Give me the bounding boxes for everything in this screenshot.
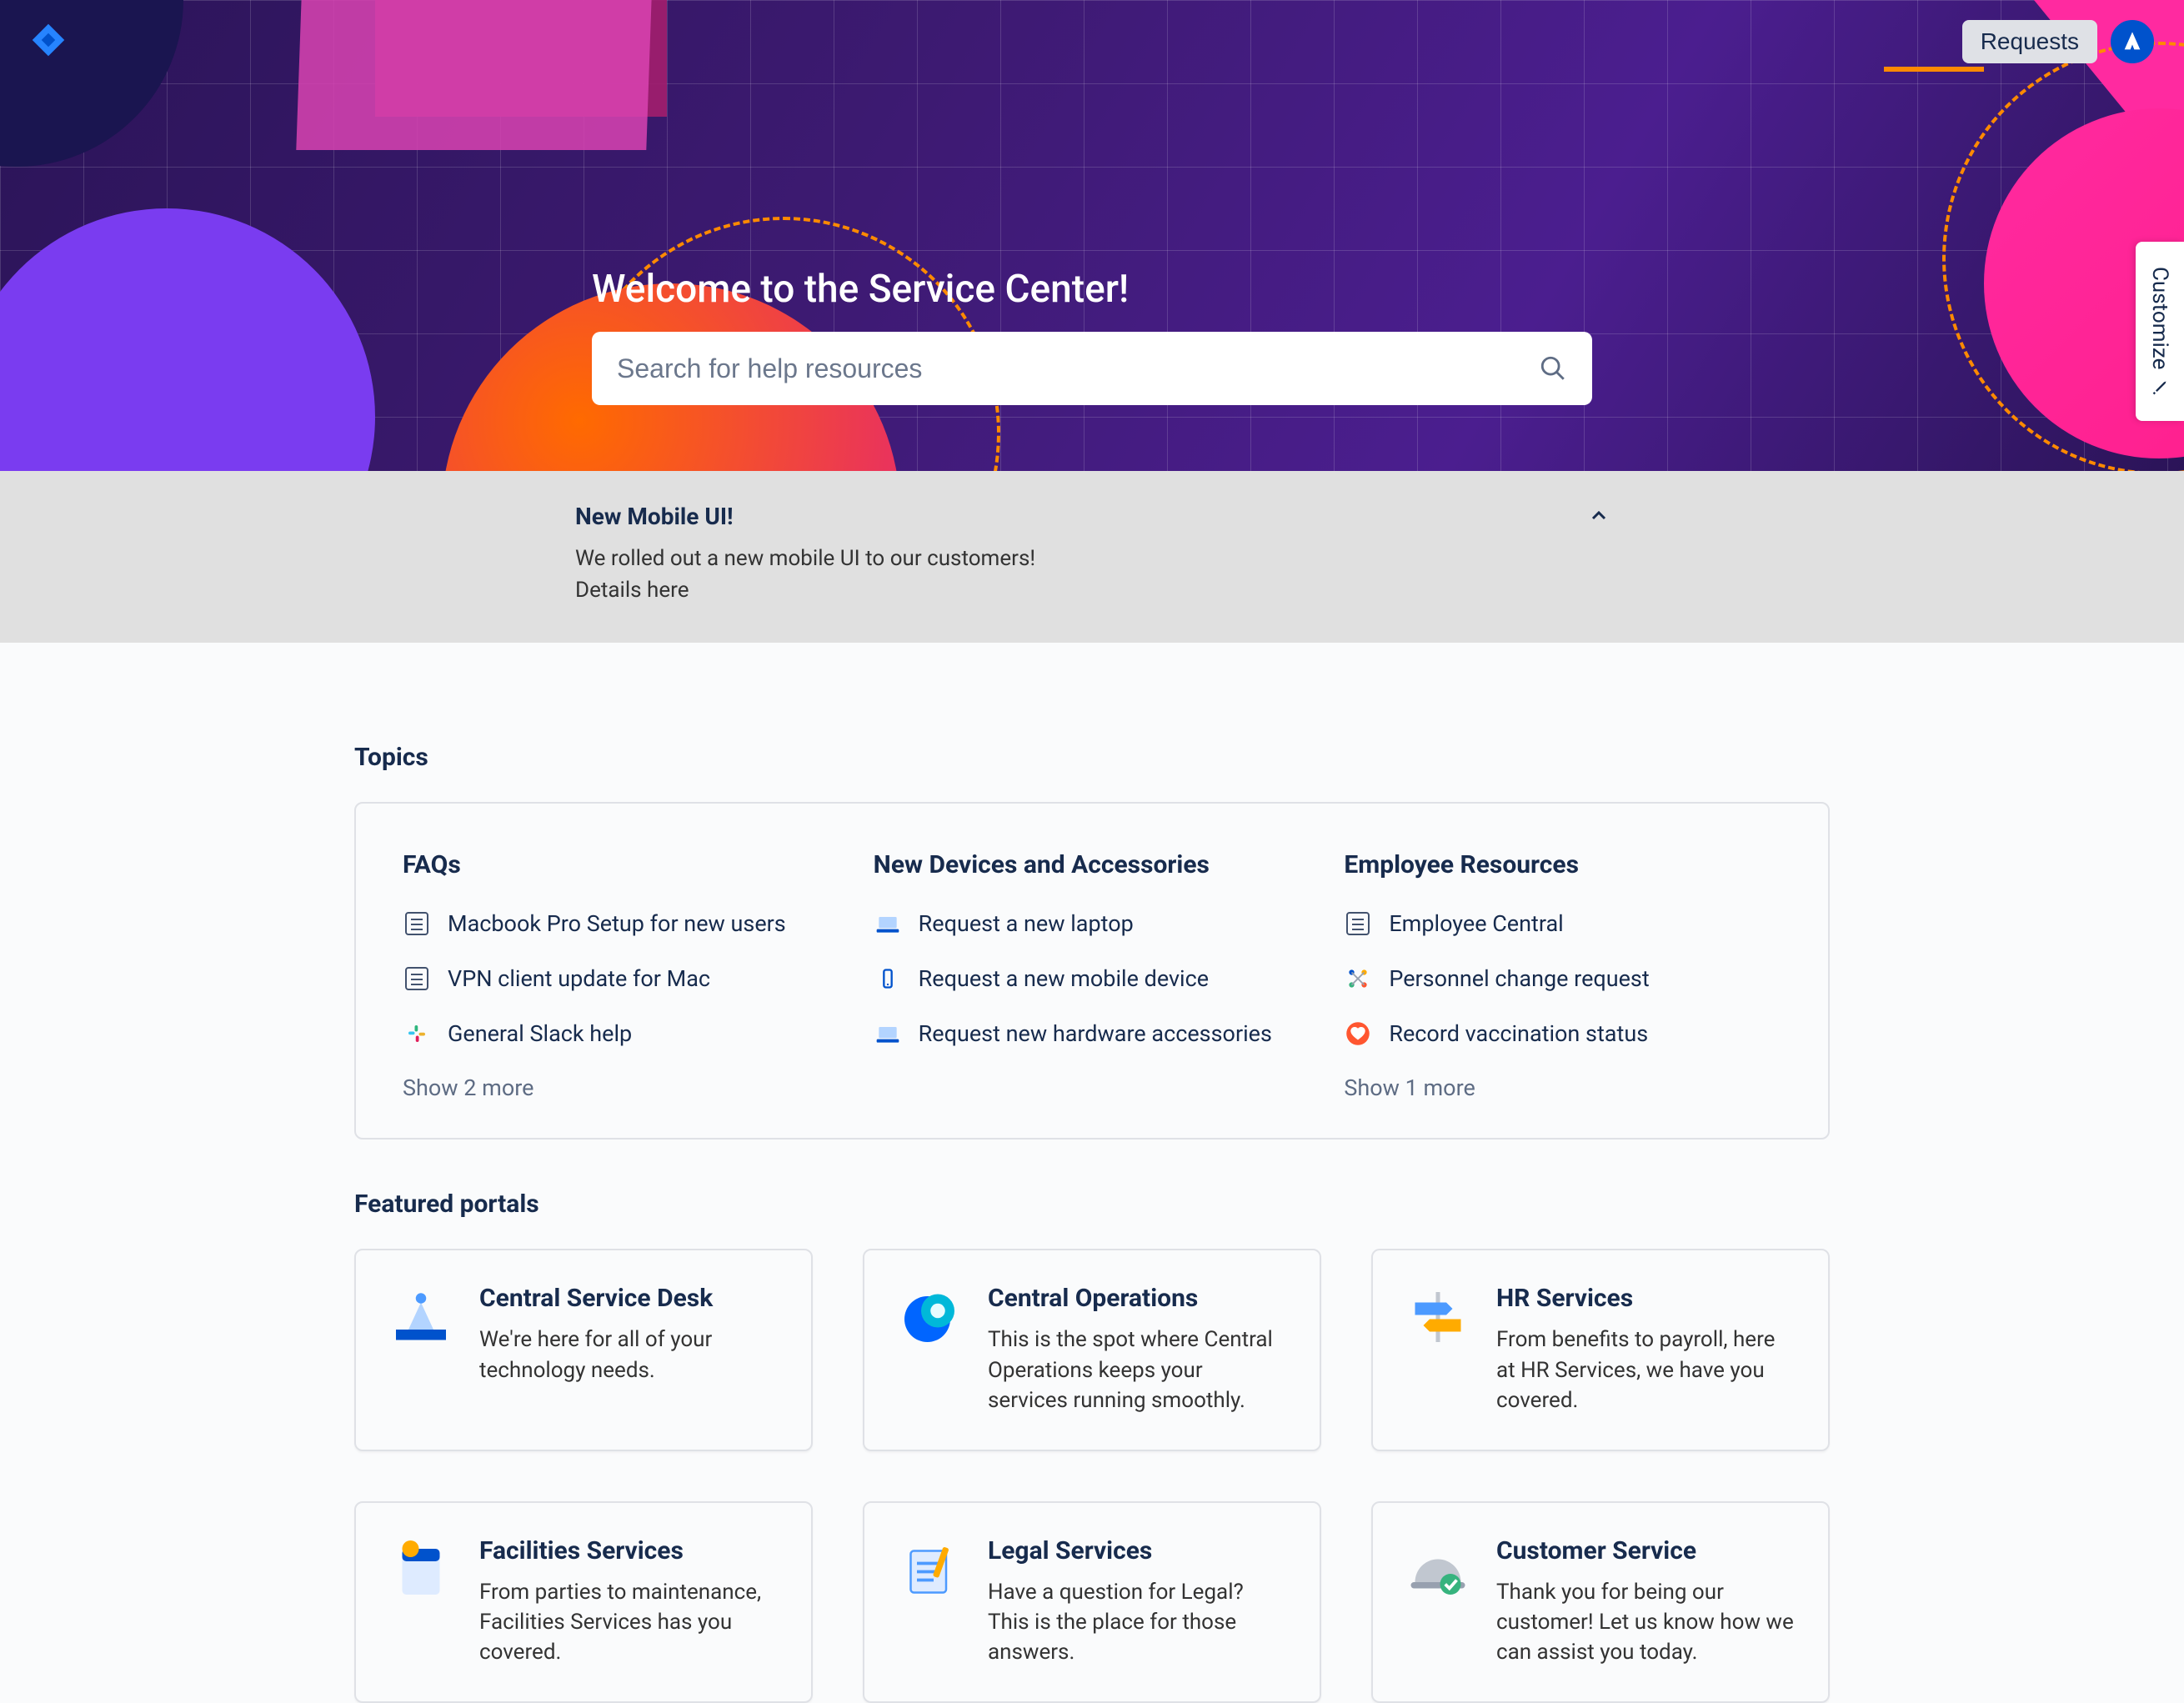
announcement-banner: New Mobile UI! We rolled out a new mobil…: [0, 471, 2184, 643]
document-icon: [1344, 909, 1372, 938]
notepad-icon: [896, 1536, 963, 1603]
signpost-icon: [1405, 1284, 1471, 1350]
topic-item[interactable]: Request a new laptop: [874, 909, 1311, 938]
topic-column-title: New Devices and Accessories: [874, 850, 1311, 879]
show-more-link[interactable]: Show 1 more: [1344, 1074, 1781, 1101]
topic-column-employee: Employee Resources Employee Central Pers…: [1344, 850, 1781, 1101]
portal-title: Facilities Services: [479, 1536, 779, 1565]
show-more-link[interactable]: Show 2 more: [403, 1074, 840, 1101]
network-icon: [1344, 964, 1372, 993]
user-avatar[interactable]: [2111, 20, 2154, 63]
topic-item-label: Employee Central: [1389, 910, 1563, 937]
topic-column-devices: New Devices and Accessories Request a ne…: [874, 850, 1311, 1101]
search-input[interactable]: [592, 332, 1592, 405]
portal-desc: We're here for all of your technology ne…: [479, 1325, 779, 1385]
portal-card-facilities[interactable]: Facilities Services From parties to main…: [354, 1501, 813, 1703]
portal-card-operations[interactable]: Central Operations This is the spot wher…: [863, 1249, 1321, 1450]
portal-card-legal[interactable]: Legal Services Have a question for Legal…: [863, 1501, 1321, 1703]
topic-item[interactable]: Employee Central: [1344, 909, 1781, 938]
topic-item[interactable]: Request a new mobile device: [874, 964, 1311, 993]
app-logo[interactable]: [30, 22, 67, 62]
hero-title: Welcome to the Service Center!: [592, 267, 1592, 312]
pencil-icon: [2151, 379, 2168, 396]
topic-item-label: Request new hardware accessories: [919, 1020, 1272, 1047]
topic-item-label: VPN client update for Mac: [448, 965, 710, 992]
portal-desc: This is the spot where Central Operation…: [988, 1325, 1288, 1415]
topic-item-label: Request a new mobile device: [919, 965, 1209, 992]
topic-item[interactable]: Request new hardware accessories: [874, 1019, 1311, 1048]
topics-box: FAQs Macbook Pro Setup for new users VPN…: [354, 802, 1830, 1140]
portal-title: Central Operations: [988, 1284, 1288, 1313]
portal-desc: Thank you for being our customer! Let us…: [1496, 1577, 1796, 1668]
topic-column-faqs: FAQs Macbook Pro Setup for new users VPN…: [403, 850, 840, 1101]
topics-heading: Topics: [354, 743, 1830, 772]
topic-item-label: Record vaccination status: [1389, 1020, 1648, 1047]
topic-item-label: Personnel change request: [1389, 965, 1649, 992]
clipboard-icon: [388, 1536, 454, 1603]
portal-desc: Have a question for Legal? This is the p…: [988, 1577, 1288, 1668]
laptop-icon: [874, 909, 902, 938]
announcement-details-link[interactable]: Details here: [575, 578, 689, 603]
portals-heading: Featured portals: [354, 1190, 1830, 1219]
topic-item[interactable]: Macbook Pro Setup for new users: [403, 909, 840, 938]
portal-title: Legal Services: [988, 1536, 1288, 1565]
portal-title: HR Services: [1496, 1284, 1796, 1313]
portal-card-hr[interactable]: HR Services From benefits to payroll, he…: [1371, 1249, 1830, 1450]
announcement-title: New Mobile UI!: [575, 503, 1609, 530]
topic-item[interactable]: General Slack help: [403, 1019, 840, 1048]
topic-item[interactable]: Personnel change request: [1344, 964, 1781, 993]
portal-title: Customer Service: [1496, 1536, 1796, 1565]
document-icon: [403, 909, 431, 938]
topic-item[interactable]: Record vaccination status: [1344, 1019, 1781, 1048]
announcement-body: We rolled out a new mobile UI to our cus…: [575, 543, 1609, 575]
gear-icon: [896, 1284, 963, 1350]
portal-desc: From parties to maintenance, Facilities …: [479, 1577, 779, 1668]
requests-button[interactable]: Requests: [1962, 20, 2097, 63]
hero-banner: Requests Welcome to the Service Center!: [0, 0, 2184, 471]
chevron-up-icon: [1589, 506, 1609, 526]
topic-column-title: FAQs: [403, 850, 840, 879]
topic-item-label: Request a new laptop: [919, 910, 1134, 937]
search-icon[interactable]: [1539, 354, 1567, 383]
customize-label: Customize: [2147, 267, 2172, 369]
phone-icon: [874, 964, 902, 993]
document-icon: [403, 964, 431, 993]
portal-desc: From benefits to payroll, here at HR Ser…: [1496, 1325, 1796, 1415]
topic-column-title: Employee Resources: [1344, 850, 1781, 879]
cloche-icon: [1405, 1536, 1471, 1603]
hardware-icon: [874, 1019, 902, 1048]
topic-item-label: General Slack help: [448, 1020, 632, 1047]
announcement-collapse-toggle[interactable]: [1589, 506, 1609, 529]
portal-card-service-desk[interactable]: Central Service Desk We're here for all …: [354, 1249, 813, 1450]
topic-item-label: Macbook Pro Setup for new users: [448, 910, 786, 937]
slack-icon: [403, 1019, 431, 1048]
heart-icon: [1344, 1019, 1372, 1048]
portal-card-customer[interactable]: Customer Service Thank you for being our…: [1371, 1501, 1830, 1703]
topic-item[interactable]: VPN client update for Mac: [403, 964, 840, 993]
portal-title: Central Service Desk: [479, 1284, 779, 1313]
customize-tab[interactable]: Customize: [2136, 242, 2184, 421]
service-desk-icon: [388, 1284, 454, 1350]
